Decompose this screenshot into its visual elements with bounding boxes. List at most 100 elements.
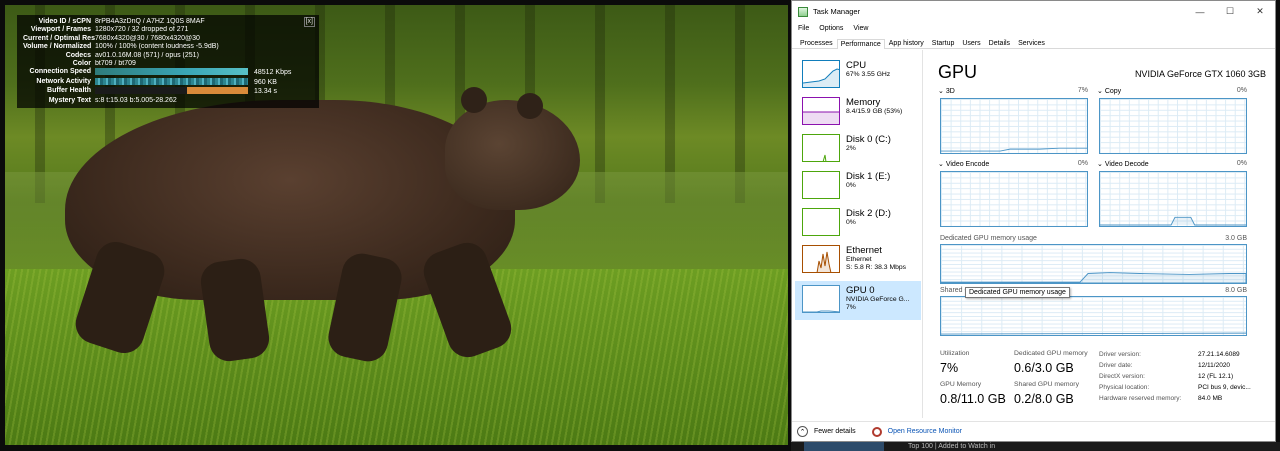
- gpu-panel: GPU NVIDIA GeForce GTX 1060 3GB ⌄ 3D 7% …: [932, 50, 1272, 418]
- sidebar-detail: NVIDIA GeForce G...: [846, 296, 910, 303]
- engine-video-encode-graph: [940, 171, 1088, 227]
- stats-row: Current / Optimal Res 7680x4320@30 / 7680…: [23, 35, 313, 43]
- footer-bar: ⌃ Fewer details Open Resource Monitor: [792, 421, 1275, 441]
- sidebar-item-gpu-0[interactable]: GPU 0 NVIDIA GeForce G... 7%: [795, 281, 921, 320]
- video-player[interactable]: [x] Video ID / sCPN 8rPB4A3zDnQ / A7HZ 1Q…: [5, 5, 788, 445]
- engine-percent: 0%: [1236, 87, 1247, 94]
- fewer-details-button[interactable]: Fewer details: [814, 428, 856, 435]
- engine-3d-graph: [940, 98, 1088, 154]
- stats-value: 8rPB4A3zDnQ / A7HZ 1Q0S 8MAF: [95, 18, 205, 25]
- shared-memory-graph[interactable]: [940, 296, 1247, 336]
- stats-key: Connection Speed: [29, 68, 91, 76]
- chevron-up-icon[interactable]: ⌃: [797, 426, 808, 437]
- detail-key: Hardware reserved memory:: [1099, 395, 1182, 402]
- menu-file[interactable]: File: [798, 25, 809, 32]
- stats-row-network-activity: Network Activity 960 KB: [23, 77, 313, 87]
- gpu-mini-graph: [802, 285, 840, 313]
- tab-details[interactable]: Details: [985, 38, 1014, 48]
- sidebar-item-cpu[interactable]: CPU 67% 3.55 GHz: [795, 56, 921, 95]
- sidebar-item-memory[interactable]: Memory 8.4/15.9 GB (53%): [795, 93, 921, 132]
- menu-options[interactable]: Options: [819, 25, 843, 32]
- menu-view[interactable]: View: [853, 25, 868, 32]
- maximize-button[interactable]: ☐: [1215, 1, 1245, 22]
- engine-label[interactable]: Video Encode: [946, 161, 989, 168]
- sidebar-label: Disk 2 (D:): [846, 208, 891, 219]
- stats-row-mystery-text: Mystery Text s:8 t:15.03 b:5.005-28.262: [23, 97, 313, 105]
- tab-app-history[interactable]: App history: [885, 38, 928, 48]
- tab-users[interactable]: Users: [958, 38, 984, 48]
- disk-2-mini-graph: [802, 208, 840, 236]
- resource-monitor-icon: [871, 426, 882, 437]
- stats-for-nerds-panel: [x] Video ID / sCPN 8rPB4A3zDnQ / A7HZ 1Q…: [17, 15, 319, 108]
- dedicated-memory-stat-value: 0.6/3.0 GB: [1014, 361, 1074, 375]
- stats-value: s:8 t:15.03 b:5.005-28.262: [95, 96, 177, 104]
- stats-row: Color bt709 / bt709: [23, 60, 313, 68]
- menu-bar: File Options View: [792, 22, 1275, 35]
- shared-memory-stat-label: Shared GPU memory: [1014, 381, 1079, 388]
- disk-0-mini-graph: [802, 134, 840, 162]
- sidebar-label: Ethernet: [846, 245, 882, 256]
- sidebar-detail: 2%: [846, 145, 856, 152]
- sidebar-label: Disk 1 (E:): [846, 171, 891, 182]
- disk-1-mini-graph: [802, 171, 840, 199]
- task-manager-app-icon: [798, 6, 808, 17]
- open-resource-monitor-link[interactable]: Open Resource Monitor: [888, 428, 962, 435]
- sidebar-detail: Ethernet: [846, 256, 872, 263]
- sidebar-item-disk-0[interactable]: Disk 0 (C:) 2%: [795, 130, 921, 169]
- sidebar-detail: 0%: [846, 182, 856, 189]
- tab-services[interactable]: Services: [1014, 38, 1049, 48]
- engine-video-decode-header: ⌄ Video Decode 0%: [1097, 160, 1247, 168]
- dedicated-memory-graph[interactable]: [940, 244, 1247, 284]
- detail-row: Driver version: 27.21.14.6089: [1099, 349, 1251, 360]
- connection-speed-graph: [95, 68, 248, 76]
- engine-label[interactable]: 3D: [946, 88, 955, 95]
- stats-value: 1280x720 / 32 dropped of 271: [95, 26, 189, 34]
- stats-key: Codecs: [65, 51, 91, 59]
- title-bar[interactable]: Task Manager — ☐ ✕: [792, 1, 1275, 22]
- sidebar-detail: 8.4/15.9 GB (53%): [846, 108, 903, 115]
- shared-memory-max: 8.0 GB: [1225, 287, 1247, 294]
- detail-key: Physical location:: [1099, 384, 1150, 391]
- detail-row: Physical location: PCI bus 9, devic...: [1099, 382, 1251, 393]
- sidebar-detail: 67% 3.55 GHz: [846, 71, 891, 78]
- bear-ear: [461, 87, 487, 113]
- sidebar-item-disk-2[interactable]: Disk 2 (D:) 0%: [795, 204, 921, 243]
- detail-key: Driver version:: [1099, 351, 1141, 358]
- chevron-down-icon[interactable]: ⌄: [1097, 161, 1103, 168]
- background-window-strip: Top 100 | Added to Watch in: [791, 442, 1280, 451]
- engine-video-encode-header: ⌄ Video Encode 0%: [938, 160, 1088, 168]
- stats-close-button[interactable]: [x]: [303, 17, 315, 28]
- engine-label[interactable]: Copy: [1105, 88, 1121, 95]
- connection-speed-value: 48512 Kbps: [254, 69, 292, 77]
- stats-key: Color: [72, 60, 91, 68]
- detail-key: DirectX version:: [1099, 373, 1145, 380]
- detail-value: 12 (FL 12.1): [1198, 373, 1234, 380]
- sidebar-detail: S: 5.8 R: 38.3 Mbps: [846, 264, 907, 271]
- dedicated-memory-max: 3.0 GB: [1225, 235, 1247, 242]
- sidebar-item-ethernet[interactable]: Ethernet Ethernet S: 5.8 R: 38.3 Mbps: [795, 241, 921, 280]
- stats-key: Buffer Health: [47, 87, 91, 95]
- stats-value: bt709 / bt709: [95, 60, 136, 68]
- sidebar-label: Disk 0 (C:): [846, 134, 891, 145]
- close-button[interactable]: ✕: [1245, 1, 1275, 22]
- chevron-down-icon[interactable]: ⌄: [938, 161, 944, 168]
- stats-key: Video ID / sCPN: [38, 18, 91, 25]
- engine-percent: 0%: [1077, 160, 1088, 167]
- tab-performance[interactable]: Performance: [836, 39, 885, 49]
- gpu-details-list: Driver version: 27.21.14.6089 Driver date…: [1099, 349, 1251, 404]
- network-activity-graph: [95, 77, 248, 85]
- minimize-button[interactable]: —: [1185, 1, 1215, 22]
- stats-value: av01.0.16M.08 (571) / opus (251): [95, 51, 199, 59]
- detail-row: DirectX version: 12 (FL 12.1): [1099, 371, 1251, 382]
- engine-label[interactable]: Video Decode: [1105, 161, 1149, 168]
- chevron-down-icon[interactable]: ⌄: [1097, 88, 1103, 95]
- buffer-health-value: 13.34 s: [254, 88, 277, 96]
- tab-processes[interactable]: Processes: [796, 38, 837, 48]
- sidebar-item-disk-1[interactable]: Disk 1 (E:) 0%: [795, 167, 921, 206]
- shared-memory-stat-value: 0.2/8.0 GB: [1014, 392, 1074, 406]
- chevron-down-icon[interactable]: ⌄: [938, 88, 944, 95]
- stats-value: 7680x4320@30 / 7680x4320@30: [95, 34, 200, 42]
- utilization-label: Utilization: [940, 350, 970, 357]
- stats-key: Viewport / Frames: [30, 26, 91, 34]
- tab-startup[interactable]: Startup: [928, 38, 959, 48]
